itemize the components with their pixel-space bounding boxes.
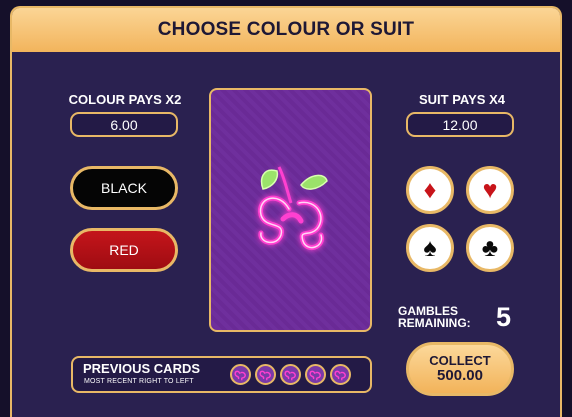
gambles-remaining-value: 5 — [496, 302, 512, 332]
collect-button[interactable]: COLLECT 500.00 — [406, 342, 514, 396]
previous-card-slot — [280, 364, 301, 385]
gamble-panel: CHOOSE COLOUR OR SUIT COLOUR PAYS X2 6.0… — [10, 6, 562, 417]
heart-button[interactable]: ♥ — [466, 166, 514, 214]
diamond-icon: ♦ — [423, 175, 437, 204]
panel-header: CHOOSE COLOUR OR SUIT — [12, 8, 560, 52]
page-title: CHOOSE COLOUR OR SUIT — [157, 19, 415, 40]
heart-icon: ♥ — [482, 175, 498, 204]
colour-pays-amount: 6.00 — [110, 116, 138, 133]
club-icon: ♣ — [481, 233, 499, 262]
berry-mini-icon — [309, 370, 321, 381]
diamond-button[interactable]: ♦ — [406, 166, 454, 214]
previous-card-slot — [305, 364, 326, 385]
black-button[interactable]: BLACK — [70, 166, 178, 210]
suit-pays-label: SUIT PAYS X4 — [419, 92, 505, 107]
black-button-label: BLACK — [101, 180, 147, 196]
previous-cards-panel: PREVIOUS CARDS MOST RECENT RIGHT TO LEFT — [71, 356, 372, 393]
club-button[interactable]: ♣ — [466, 224, 514, 272]
spade-icon: ♠ — [423, 233, 437, 262]
berry-logo-icon — [257, 166, 328, 251]
gambles-label-line2: REMAINING: — [398, 316, 471, 330]
red-button[interactable]: RED — [70, 228, 178, 272]
previous-card-slot — [255, 364, 276, 385]
previous-cards-subtitle: MOST RECENT RIGHT TO LEFT — [84, 378, 194, 385]
gambles-remaining-label: GAMBLES REMAINING: — [398, 305, 471, 329]
colour-pays-label: COLOUR PAYS X2 — [68, 92, 182, 107]
berry-mini-icon — [284, 370, 296, 381]
previous-cards-list — [230, 364, 351, 385]
suit-pays-amount: 12.00 — [442, 116, 478, 133]
previous-card-slot — [330, 364, 351, 385]
collect-label: COLLECT — [429, 353, 491, 368]
red-button-label: RED — [109, 242, 139, 258]
berry-mini-icon — [334, 370, 346, 381]
colour-pays-value: 6.00 — [70, 112, 178, 137]
collect-amount: 500.00 — [437, 367, 483, 384]
previous-card-slot — [230, 364, 251, 385]
face-down-card — [209, 88, 372, 332]
suit-pays-value: 12.00 — [406, 112, 514, 137]
previous-cards-title: PREVIOUS CARDS — [83, 361, 201, 376]
berry-mini-icon — [234, 370, 246, 381]
spade-button[interactable]: ♠ — [406, 224, 454, 272]
berry-mini-icon — [259, 370, 271, 381]
